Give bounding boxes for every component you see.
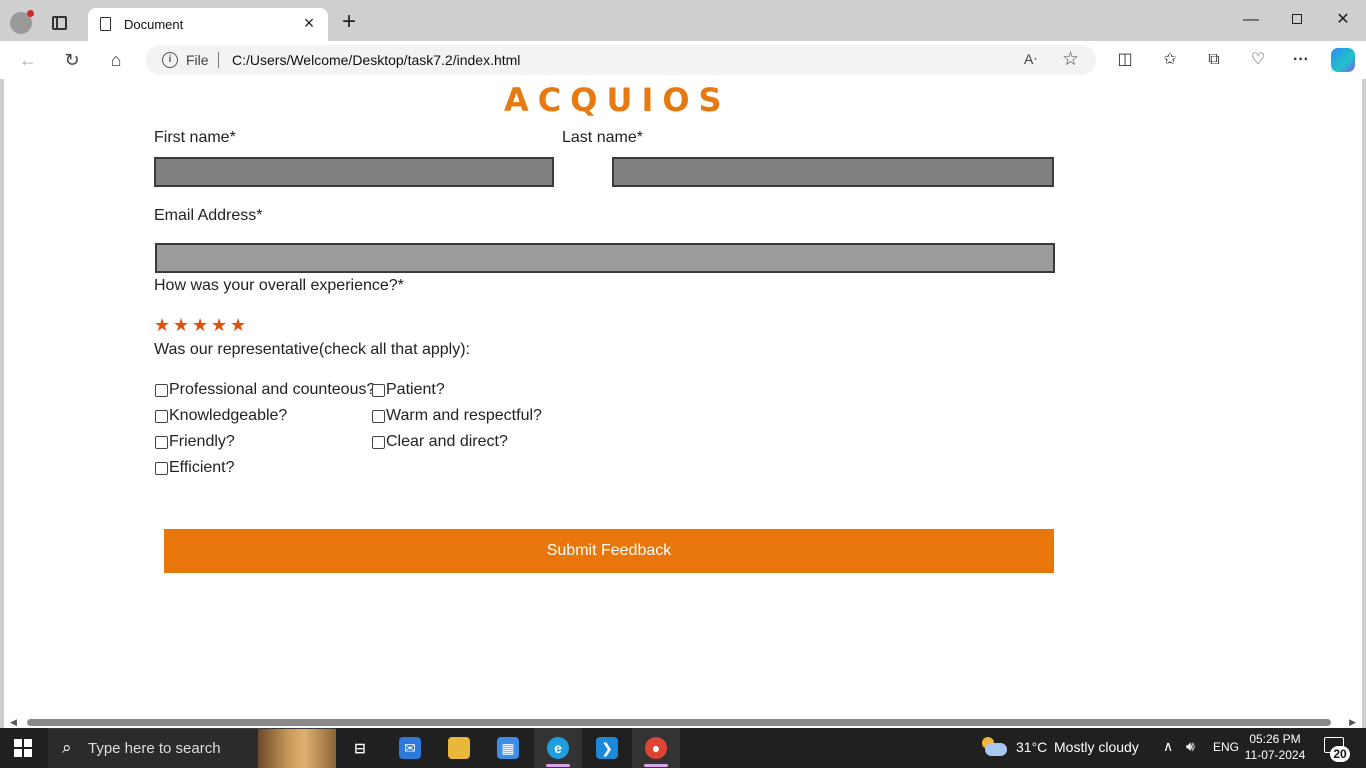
- scroll-left-icon[interactable]: ◀: [10, 717, 17, 728]
- scroll-thumb[interactable]: [27, 719, 1331, 726]
- search-highlight-image[interactable]: [258, 729, 336, 768]
- document-icon: [100, 17, 111, 31]
- star-icon[interactable]: ★: [192, 315, 211, 335]
- first-name-label: First name*: [154, 129, 236, 146]
- taskbar-search[interactable]: ⌕ Type here to search: [48, 728, 336, 768]
- address-bar[interactable]: i File C:/Users/Welcome/Desktop/task7.2/…: [146, 45, 1096, 75]
- weather-cloudy-icon[interactable]: [982, 737, 1008, 757]
- collections-icon[interactable]: ⧉: [1202, 49, 1226, 71]
- copilot-icon[interactable]: [1331, 48, 1355, 72]
- star-rating[interactable]: ★ ★ ★ ★ ★: [154, 315, 249, 335]
- browser-essentials-icon[interactable]: ♡: [1246, 49, 1270, 71]
- checkbox-label: Warm and respectful?: [386, 407, 542, 424]
- star-icon[interactable]: ★: [154, 315, 173, 335]
- last-name-label: Last name*: [562, 129, 643, 146]
- url-text[interactable]: C:/Users/Welcome/Desktop/task7.2/index.h…: [232, 52, 520, 68]
- info-icon[interactable]: i: [162, 52, 178, 68]
- vscode-icon[interactable]: ❯: [583, 728, 631, 768]
- last-name-field[interactable]: [612, 157, 1054, 187]
- search-placeholder: Type here to search: [88, 740, 221, 757]
- minimize-icon[interactable]: —: [1228, 8, 1274, 32]
- star-icon[interactable]: ★: [173, 315, 192, 335]
- horizontal-scrollbar[interactable]: ◀ ▶: [4, 716, 1362, 728]
- maximize-icon[interactable]: [1274, 8, 1320, 32]
- windows-start-icon[interactable]: [14, 739, 32, 757]
- experience-label: How was your overall experience?*: [154, 277, 404, 294]
- mail-icon[interactable]: ✉: [386, 728, 434, 768]
- checkbox-label: Efficient?: [169, 459, 235, 476]
- first-name-field[interactable]: [154, 157, 554, 187]
- edge-icon[interactable]: e: [534, 728, 582, 768]
- checkbox-patient[interactable]: Patient?: [372, 381, 445, 399]
- close-window-icon[interactable]: ✕: [1320, 8, 1366, 32]
- checkbox-label: Knowledgeable?: [169, 407, 288, 424]
- new-tab-icon[interactable]: +: [338, 10, 360, 34]
- divider: [218, 52, 219, 68]
- submit-feedback-button[interactable]: Submit Feedback: [164, 529, 1054, 573]
- more-options-icon[interactable]: ···: [1289, 49, 1313, 71]
- notification-count-badge: 20: [1330, 746, 1350, 762]
- windows-taskbar: ⌕ Type here to search ⊟ ✉ ▦ e ❯ ● 31°C M…: [0, 728, 1366, 768]
- chrome-icon[interactable]: ●: [632, 728, 680, 768]
- home-icon[interactable]: ⌂: [103, 49, 129, 71]
- checkbox-warm[interactable]: Warm and respectful?: [372, 407, 542, 425]
- email-field[interactable]: [155, 243, 1055, 273]
- tab-document[interactable]: Document ×: [88, 8, 328, 41]
- checkbox-label: Patient?: [386, 381, 445, 398]
- system-clock[interactable]: 05:26 PM 11-07-2024: [1240, 731, 1310, 763]
- language-indicator[interactable]: ENG: [1213, 740, 1239, 754]
- tab-actions-icon[interactable]: [52, 16, 67, 30]
- star-icon[interactable]: ★: [211, 315, 230, 335]
- email-label: Email Address*: [154, 207, 263, 224]
- checkbox[interactable]: [372, 409, 385, 423]
- checkbox-friendly[interactable]: Friendly?: [155, 433, 235, 451]
- weather-description[interactable]: Mostly cloudy: [1054, 739, 1139, 755]
- reload-icon[interactable]: ↻: [59, 49, 85, 71]
- page-viewport: ACQUIOS First name* Last name* Email Add…: [4, 79, 1362, 728]
- checkbox[interactable]: [155, 383, 168, 397]
- task-view-icon[interactable]: ⊟: [336, 728, 384, 768]
- add-favorite-icon[interactable]: ☆: [1062, 48, 1079, 71]
- favorites-icon[interactable]: ✩: [1158, 49, 1182, 71]
- checkbox-efficient[interactable]: Efficient?: [155, 459, 235, 477]
- back-icon[interactable]: ←: [15, 49, 41, 71]
- clock-time: 05:26 PM: [1249, 732, 1301, 746]
- address-toolbar: ← ↻ ⌂ i File C:/Users/Welcome/Desktop/ta…: [0, 41, 1366, 79]
- microsoft-store-icon[interactable]: ▦: [484, 728, 532, 768]
- brand-title: ACQUIOS: [504, 81, 731, 119]
- checkbox[interactable]: [372, 383, 385, 397]
- star-icon[interactable]: ★: [230, 315, 249, 335]
- file-explorer-icon[interactable]: [435, 728, 483, 768]
- read-aloud-icon[interactable]: Aᐧ: [1024, 51, 1037, 68]
- checkbox[interactable]: [155, 409, 168, 423]
- checkbox-label: Professional and counteous?: [169, 381, 376, 398]
- tab-strip: Document × + — ✕: [0, 0, 1366, 41]
- tab-title: Document: [124, 17, 184, 32]
- file-label: File: [186, 52, 209, 68]
- show-hidden-icons-icon[interactable]: ∧: [1163, 738, 1173, 755]
- checkbox-knowledgeable[interactable]: Knowledgeable?: [155, 407, 287, 425]
- close-tab-icon[interactable]: ×: [300, 14, 318, 32]
- checkbox-label: Friendly?: [169, 433, 235, 450]
- profile-avatar[interactable]: [10, 10, 34, 34]
- checkbox[interactable]: [372, 435, 385, 449]
- checkbox-professional[interactable]: Professional and counteous?: [155, 381, 375, 399]
- split-screen-icon[interactable]: ◫: [1113, 49, 1137, 71]
- weather-temperature[interactable]: 31°C: [1016, 739, 1047, 755]
- representative-label: Was our representative(check all that ap…: [154, 341, 470, 358]
- notification-dot-icon: [27, 10, 34, 17]
- volume-icon[interactable]: 🔊︎: [1186, 738, 1195, 755]
- checkbox-clear[interactable]: Clear and direct?: [372, 433, 508, 451]
- scroll-right-icon[interactable]: ▶: [1349, 717, 1356, 728]
- checkbox[interactable]: [155, 461, 168, 475]
- checkbox[interactable]: [155, 435, 168, 449]
- search-icon: ⌕: [62, 738, 72, 757]
- checkbox-label: Clear and direct?: [386, 433, 508, 450]
- clock-date: 11-07-2024: [1244, 748, 1306, 762]
